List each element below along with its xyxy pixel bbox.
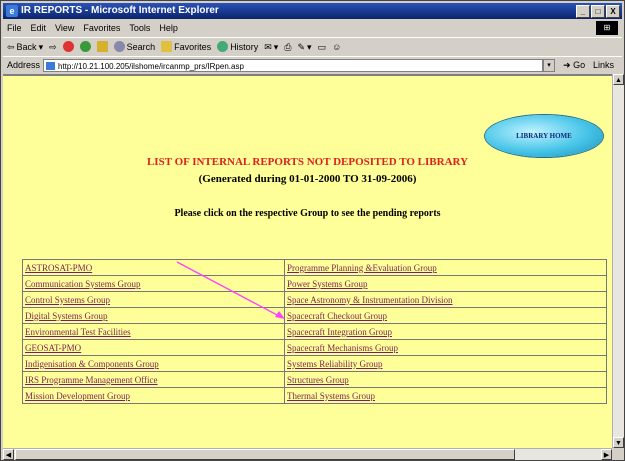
menu-file[interactable]: File [7,20,22,36]
search-icon [113,41,125,52]
address-bar: Address http://10.21.100.205/ilshome/irc… [3,56,622,73]
favorites-icon [161,41,173,52]
print-icon: ⎙ [284,41,292,52]
stop-icon [62,41,74,52]
forward-arrow-icon: ⇨ [49,41,57,52]
favorites-label: Favorites [174,41,212,52]
discuss-icon: ▭ [317,41,327,52]
address-label: Address [7,60,41,70]
print-button[interactable]: ⎙ [284,38,291,56]
menu-help[interactable]: Help [159,20,178,36]
search-label: Search [126,41,156,52]
window-title: IR REPORTS - Microsoft Internet Explorer [21,5,219,16]
scroll-right-arrow-icon[interactable]: ▶ [601,449,612,460]
page-content: LIBRARY HOME LIST OF INTERNAL REPORTS NO… [3,74,612,448]
messenger-button[interactable]: ☺ [332,38,341,56]
refresh-button[interactable] [79,41,91,52]
menu-tools[interactable]: Tools [129,20,150,36]
address-input[interactable]: http://10.21.100.205/ilshome/ircanmp_prs… [43,59,543,72]
horizontal-scrollbar[interactable]: ◀ ▶ [3,448,612,460]
back-dropdown-icon: ▾ [38,41,44,52]
stop-button[interactable] [62,41,74,52]
vertical-scrollbar[interactable]: ▲ ▼ [612,74,624,448]
history-icon [217,41,229,52]
back-label: Back [16,41,37,52]
go-label: Go [573,60,586,70]
back-button[interactable]: ⇦ Back ▾ [7,38,43,56]
home-button[interactable] [96,41,108,52]
messenger-icon: ☺ [332,41,342,52]
ie-logo-icon: e [6,5,18,17]
minimize-button[interactable]: _ [576,5,590,18]
links-button[interactable]: Links [593,57,614,74]
close-button[interactable]: X [606,5,620,18]
menu-favorites[interactable]: Favorites [83,20,120,36]
mail-button[interactable]: ✉ ▾ [264,38,278,56]
edit-icon: ✎ [297,41,306,52]
history-button[interactable]: History [217,38,258,56]
scroll-left-arrow-icon[interactable]: ◀ [3,449,14,460]
history-label: History [230,41,259,52]
back-arrow-icon: ⇦ [7,41,15,52]
page-icon [46,62,55,70]
menu-view[interactable]: View [55,20,74,36]
favorites-button[interactable]: Favorites [161,38,211,56]
browser-window: e IR REPORTS - Microsoft Internet Explor… [0,0,625,461]
address-dropdown-button[interactable]: ▾ [543,59,555,72]
search-button[interactable]: Search [113,38,156,56]
menu-bar: File Edit View Favorites Tools Help ⊞ [3,20,622,36]
home-icon [96,41,108,52]
scroll-corner [612,448,624,460]
go-button[interactable]: ➜ Go [563,57,585,74]
horizontal-scroll-thumb[interactable] [15,449,515,460]
edit-dropdown-icon: ▾ [307,41,312,52]
maximize-button[interactable]: □ [591,5,605,18]
go-arrow-icon: ➜ [563,60,571,70]
mail-dropdown-icon: ▾ [273,41,279,52]
scroll-down-arrow-icon[interactable]: ▼ [613,437,624,448]
title-bar[interactable]: e IR REPORTS - Microsoft Internet Explor… [3,3,622,19]
standard-toolbar: ⇦ Back ▾ ⇨ Search Favorites History ✉ ▾ ⎙… [3,37,622,55]
address-url: http://10.21.100.205/ilshome/ircanmp_prs… [58,62,244,71]
menu-edit[interactable]: Edit [31,20,47,36]
forward-button[interactable]: ⇨ [49,38,57,56]
refresh-icon [79,41,91,52]
mail-icon: ✉ [264,41,272,52]
annotation-arrow [176,261,285,319]
edit-button[interactable]: ✎ ▾ [297,38,311,56]
windows-logo-icon: ⊞ [596,21,618,35]
scroll-up-arrow-icon[interactable]: ▲ [613,74,624,85]
discuss-button[interactable]: ▭ [318,38,327,56]
